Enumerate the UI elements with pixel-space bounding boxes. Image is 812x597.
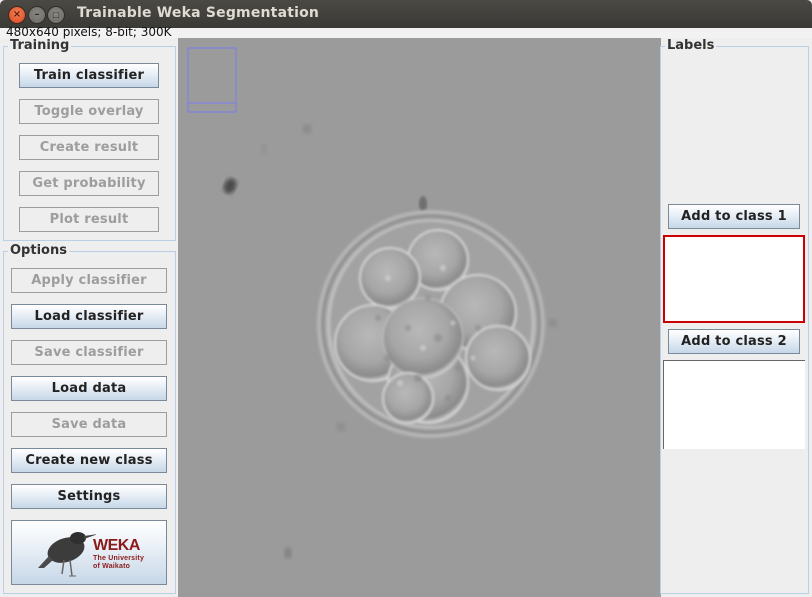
maximize-icon: ▢ bbox=[52, 10, 60, 19]
options-legend: Options bbox=[8, 243, 69, 259]
weka-logo-title: WEKA bbox=[93, 537, 140, 554]
maximize-window-button[interactable]: ▢ bbox=[47, 6, 65, 24]
plot-result-button[interactable]: Plot result bbox=[19, 207, 159, 232]
save-data-button[interactable]: Save data bbox=[11, 412, 167, 437]
labels-legend: Labels bbox=[665, 38, 717, 54]
image-info: 480x640 pixels; 8-bit; 300K bbox=[6, 25, 172, 39]
overview-indicator[interactable] bbox=[187, 47, 237, 113]
settings-button[interactable]: Settings bbox=[11, 484, 167, 509]
embryo-image bbox=[187, 47, 558, 559]
debris-spot bbox=[336, 422, 346, 432]
minimize-window-button[interactable]: – bbox=[28, 6, 46, 24]
class-2-list[interactable] bbox=[663, 360, 805, 449]
train-classifier-button[interactable]: Train classifier bbox=[19, 63, 159, 88]
add-to-class-1-button[interactable]: Add to class 1 bbox=[668, 204, 800, 229]
debris-spot bbox=[261, 143, 267, 155]
load-classifier-button[interactable]: Load classifier bbox=[11, 304, 167, 329]
toggle-overlay-button[interactable]: Toggle overlay bbox=[19, 99, 159, 124]
save-classifier-button[interactable]: Save classifier bbox=[11, 340, 167, 365]
minimize-icon: – bbox=[34, 9, 40, 20]
apply-classifier-button[interactable]: Apply classifier bbox=[11, 268, 167, 293]
window-title: Trainable Weka Segmentation bbox=[77, 5, 320, 21]
weka-bird-icon bbox=[38, 532, 96, 577]
close-window-button[interactable]: × bbox=[8, 6, 26, 24]
debris-spot bbox=[223, 178, 237, 194]
load-data-button[interactable]: Load data bbox=[11, 376, 167, 401]
add-to-class-2-button[interactable]: Add to class 2 bbox=[668, 329, 800, 354]
get-probability-button[interactable]: Get probability bbox=[19, 171, 159, 196]
debris-spot bbox=[284, 547, 292, 559]
debris-spot bbox=[548, 318, 558, 328]
weka-logo-line1: The University bbox=[93, 555, 145, 562]
class-1-list[interactable] bbox=[663, 235, 805, 323]
training-legend: Training bbox=[8, 38, 72, 54]
debris-spot bbox=[302, 124, 312, 134]
image-canvas[interactable] bbox=[178, 38, 658, 597]
weka-logo-button[interactable]: WEKA The University of Waikato bbox=[11, 520, 167, 585]
debris-spot bbox=[419, 196, 427, 212]
create-result-button[interactable]: Create result bbox=[19, 135, 159, 160]
weka-logo-line2: of Waikato bbox=[93, 563, 131, 570]
create-new-class-button[interactable]: Create new class bbox=[11, 448, 167, 473]
window-titlebar: × – ▢ Trainable Weka Segmentation bbox=[0, 0, 812, 28]
close-icon: × bbox=[12, 9, 22, 20]
